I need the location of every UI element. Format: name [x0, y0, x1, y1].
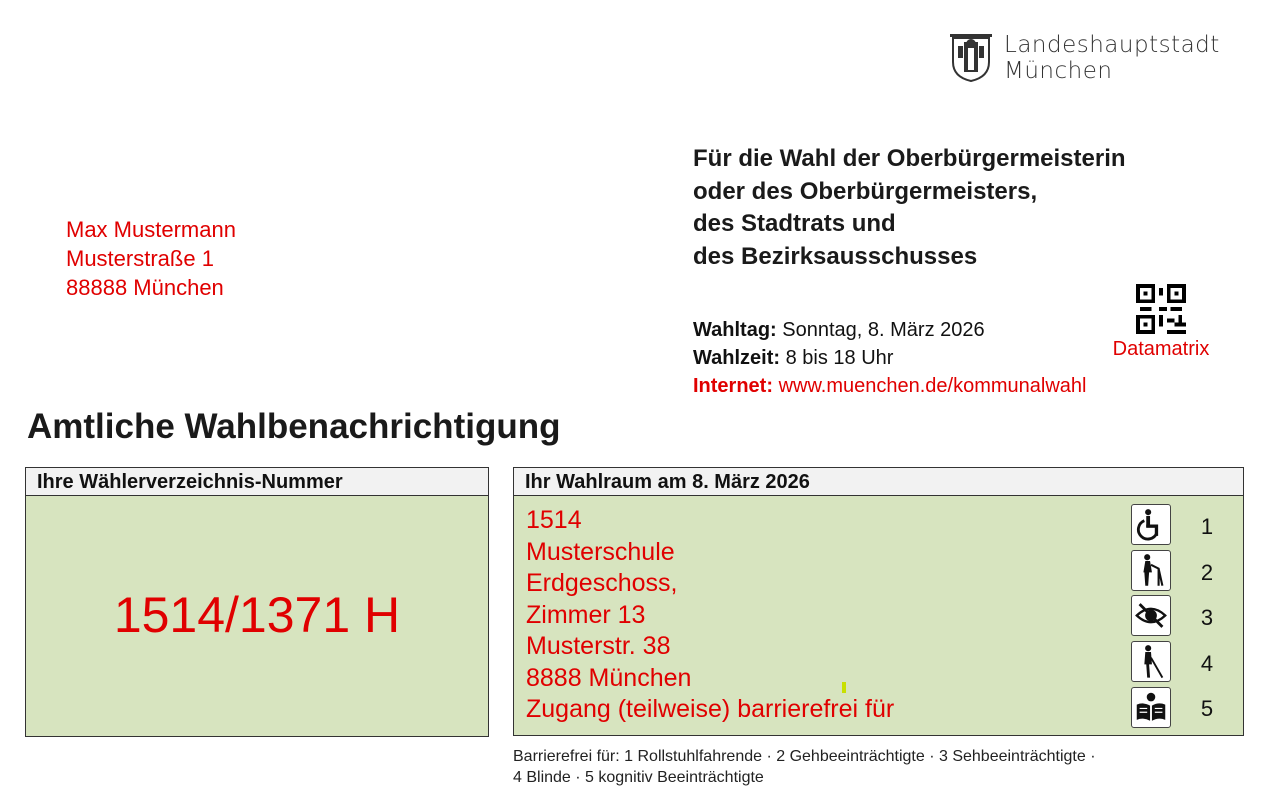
voter-number-box: Ihre Wählerverzeichnis-Nummer 1514/1371 … [25, 467, 489, 737]
walker-icon [1131, 550, 1171, 591]
text-cursor-marker [842, 682, 846, 693]
internet-link[interactable]: www.muenchen.de/kommunalwahl [779, 375, 1087, 397]
wheelchair-icon [1131, 504, 1171, 545]
munich-crest-icon [950, 34, 992, 82]
polling-room-line: 8888 München [526, 663, 692, 692]
accessibility-legend: Barrierefrei für: 1 Rollstuhlfahrende · … [513, 746, 1096, 788]
election-title-line: des Bezirksausschusses [693, 242, 978, 270]
election-info: Wahltag: Sonntag, 8. März 2026 Wahlzeit:… [693, 316, 1087, 400]
blind-person-icon [1131, 641, 1171, 682]
easy-reading-icon [1131, 687, 1171, 728]
polling-room-address: 1514 Musterschule Erdgeschoss, Zimmer 13… [526, 505, 894, 726]
accessibility-number: 3 [1200, 605, 1214, 630]
polling-room-line: Erdgeschoss, [526, 569, 678, 597]
recipient-city: 88888 München [66, 275, 224, 300]
voter-number-header: Ihre Wählerverzeichnis-Nummer [26, 468, 488, 496]
page-title: Amtliche Wahlbenachrichtigung [27, 407, 561, 446]
accessibility-number: 5 [1200, 696, 1214, 721]
datamatrix-label: Datamatrix [1112, 338, 1210, 360]
logo-line-2: München [1004, 58, 1113, 84]
election-time-label: Wahlzeit: [693, 347, 781, 369]
polling-room-header: Ihr Wahlraum am 8. März 2026 [514, 468, 1243, 496]
election-time-value: 8 bis 18 Uhr [785, 347, 894, 369]
election-date-label: Wahltag: [693, 319, 777, 341]
election-time-row: Wahlzeit: 8 bis 18 Uhr [693, 344, 1087, 372]
legend-line: 4 Blinde · 5 kognitiv Beeinträchtigte [513, 769, 764, 786]
polling-room-line: Musterschule [526, 537, 675, 566]
polling-room-box: Ihr Wahlraum am 8. März 2026 1514 Muster… [513, 467, 1244, 736]
election-title-line: des Stadtrats und [693, 210, 896, 237]
election-title-line: oder des Oberbürgermeisters, [693, 177, 1038, 205]
accessibility-number: 2 [1200, 560, 1214, 585]
recipient-street: Musterstraße 1 [66, 246, 214, 271]
election-date-value: Sonntag, 8. März 2026 [782, 319, 985, 341]
polling-room-line: Zugang (teilweise) barrierefrei für [526, 695, 895, 723]
accessibility-number: 4 [1200, 651, 1214, 676]
voter-number: 1514/1371 H [113, 587, 401, 643]
election-title-line: Für die Wahl der Oberbürgermeisterin [693, 145, 1126, 172]
internet-row: Internet: www.muenchen.de/kommunalwahl [693, 372, 1087, 400]
internet-label: Internet: [693, 375, 773, 397]
legend-line: Barrierefrei für: 1 Rollstuhlfahrende · … [513, 748, 1096, 765]
polling-room-line: Zimmer 13 [526, 600, 646, 629]
recipient-name: Max Mustermann [66, 217, 236, 242]
polling-room-line: Musterstr. 38 [526, 632, 671, 660]
polling-room-line: 1514 [526, 506, 582, 534]
city-logo: Landeshauptstadt München [950, 32, 1220, 84]
accessibility-number: 1 [1200, 514, 1214, 539]
election-date-row: Wahltag: Sonntag, 8. März 2026 [693, 316, 1087, 344]
recipient-address: Max Mustermann Musterstraße 1 88888 Münc… [66, 215, 236, 302]
datamatrix-icon [1136, 284, 1186, 334]
logo-line-1: Landeshauptstadt [1004, 32, 1220, 58]
election-title: Für die Wahl der Oberbürgermeisterin ode… [693, 143, 1126, 273]
visually-impaired-icon [1131, 595, 1171, 636]
datamatrix-code: Datamatrix [1105, 284, 1217, 361]
